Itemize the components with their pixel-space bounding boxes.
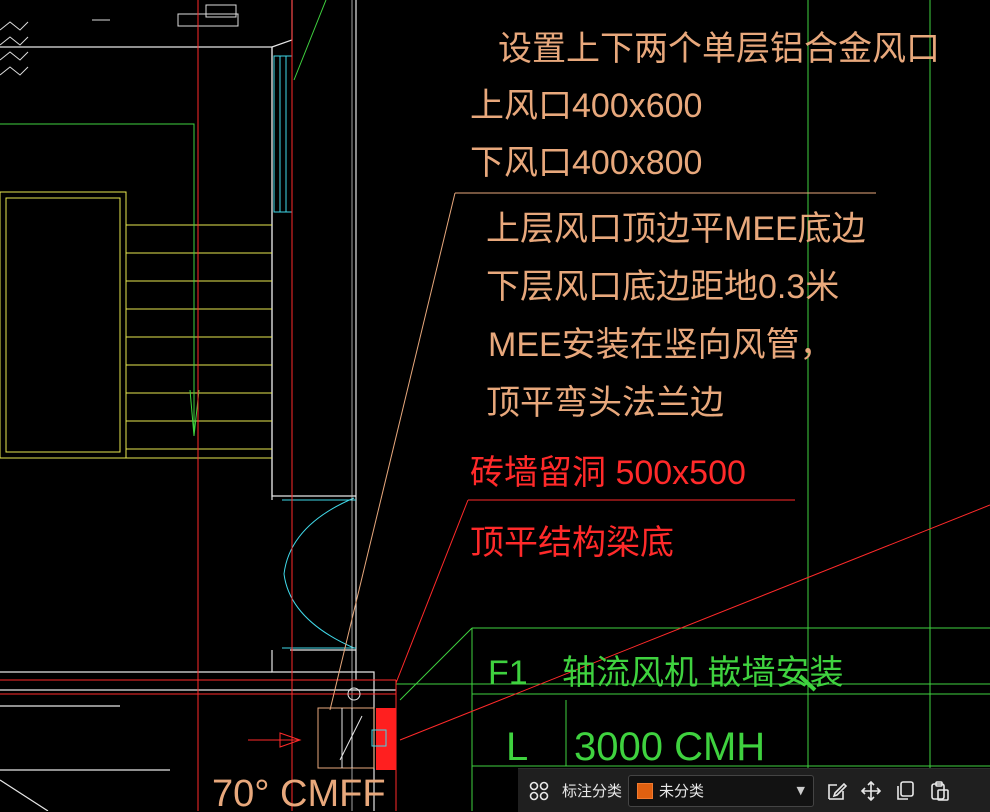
annotation-category-label: 标注分类	[562, 782, 623, 800]
top-left-marks	[0, 4, 239, 76]
note-6: MEE安装在竖向风管，	[488, 326, 834, 364]
move-icon[interactable]	[854, 774, 888, 808]
note-2: 上风口400x600	[470, 87, 702, 125]
annotation-toolbar: 标注分类 未分类 ▼	[518, 768, 990, 812]
fan-tag: F1	[488, 654, 528, 692]
fan-flow: 3000 CMH	[574, 725, 765, 769]
category-select-value: 未分类	[659, 782, 705, 800]
category-color-swatch	[637, 782, 654, 799]
grid-icon[interactable]	[522, 774, 556, 808]
edit-icon[interactable]	[820, 774, 854, 808]
copy-icon[interactable]	[888, 774, 922, 808]
bottom-text: 70° CMFF	[212, 773, 386, 811]
notes-block: 设置上下两个单层铝合金风口 上风口400x600 下风口400x800 上层风口…	[470, 30, 940, 422]
chevron-down-icon: ▼	[796, 784, 806, 797]
note-7: 顶平弯头法兰边	[486, 384, 724, 422]
fan-label-block: F1 轴流风机 嵌墙安装 L 3000 CMH	[488, 654, 843, 769]
red-notes-block: 砖墙留洞 500x500 顶平结构梁底	[470, 454, 746, 562]
red-note-2: 顶平结构梁底	[470, 524, 674, 562]
window-cyan	[273, 55, 356, 649]
note-4: 上层风口顶边平MEE底边	[486, 210, 866, 248]
fan-symbol	[317, 687, 396, 770]
fan-description: 轴流风机 嵌墙安装	[562, 654, 843, 692]
note-1: 设置上下两个单层铝合金风口	[498, 30, 940, 68]
note-5: 下层风口底边距地0.3米	[486, 268, 839, 306]
note-3: 下风口400x800	[470, 144, 702, 182]
red-note-1: 砖墙留洞 500x500	[470, 454, 746, 492]
cad-drawing-canvas[interactable]: 设置上下两个单层铝合金风口 上风口400x600 下风口400x800 上层风口…	[0, 0, 990, 811]
category-select[interactable]: 未分类 ▼	[628, 774, 815, 807]
paste-icon[interactable]	[922, 774, 956, 808]
fan-l-label: L	[506, 725, 528, 769]
stair-yellow	[0, 191, 272, 459]
